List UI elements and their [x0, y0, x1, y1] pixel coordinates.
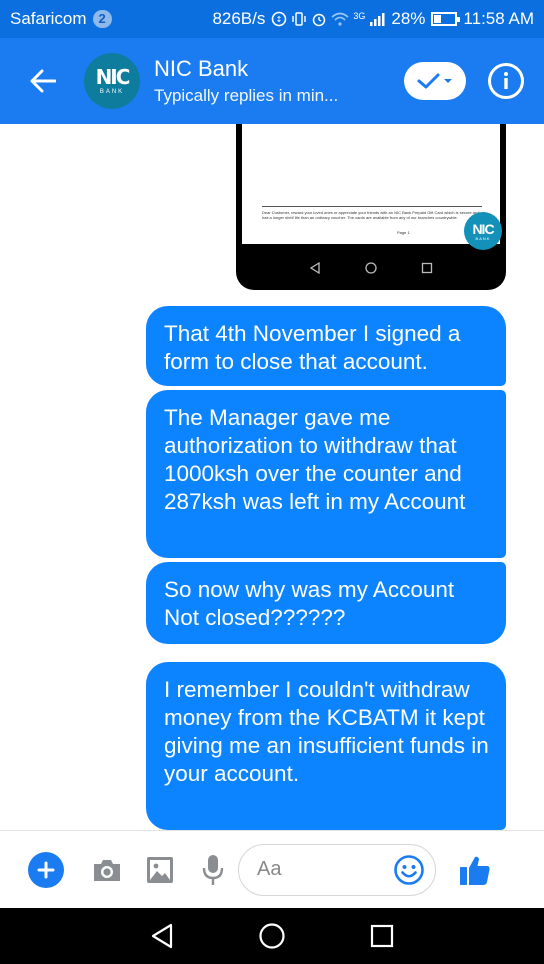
sent-message[interactable]: That 4th November I signed a form to clo… — [146, 306, 506, 386]
alarm-icon — [313, 13, 326, 27]
clock: 11:58 AM — [463, 9, 534, 28]
info-icon — [504, 72, 508, 89]
svg-text:↕: ↕ — [276, 15, 283, 24]
notification-count-badge: 2 — [92, 10, 112, 28]
mini-logo-text: NIC — [472, 220, 494, 237]
avatar-logo: NIC — [95, 65, 131, 89]
mini-logo-sub: BANK — [475, 235, 491, 241]
document-page-label: Page 1 — [397, 230, 410, 235]
vibrate-icon — [292, 12, 307, 26]
data-saver-icon: ↕ — [272, 11, 287, 27]
network-speed: 826B/s — [212, 9, 266, 28]
contact-info[interactable]: NIC Bank Typically replies in min... — [154, 56, 404, 106]
like-button[interactable] — [458, 853, 492, 887]
wifi-icon — [331, 12, 349, 26]
triangle-back-icon — [309, 262, 320, 274]
signal-icon — [370, 13, 385, 26]
contact-avatar[interactable]: NIC BANK — [84, 53, 140, 109]
system-nav-bar — [0, 908, 544, 964]
plus-icon — [37, 861, 55, 878]
gallery-button[interactable] — [146, 856, 174, 884]
microphone-icon — [202, 854, 224, 885]
sent-message[interactable]: The Manager gave me authorization to wit… — [146, 390, 506, 558]
document-text: Dear Customer, reward your loved ones or… — [262, 210, 480, 220]
status-icons: ↕ 3G — [271, 11, 385, 27]
camera-button[interactable] — [92, 857, 122, 883]
composer-bar — [0, 830, 544, 908]
carrier-group: Safaricom 2 — [10, 9, 112, 29]
nav-recents-button[interactable] — [370, 924, 394, 948]
square-recents-icon — [370, 924, 394, 948]
status-bar: Safaricom 2 826B/s ↕ 3G 28% 11:58 AM — [0, 0, 544, 38]
network-type: 3G — [353, 11, 366, 21]
camera-icon — [94, 859, 120, 881]
contact-name: NIC Bank — [154, 56, 249, 81]
smiley-icon — [394, 854, 424, 885]
message-input[interactable] — [238, 843, 436, 896]
sent-message[interactable]: I remember I couldn't withdraw money fro… — [146, 662, 506, 830]
nic-logo-icon: NIC BANK — [464, 212, 502, 250]
circle-home-icon — [259, 923, 285, 949]
message-list[interactable]: Dear Customer, reward your loved ones or… — [0, 124, 544, 830]
check-dropdown-icon — [417, 73, 452, 89]
info-button[interactable] — [488, 63, 524, 99]
message-text-field[interactable] — [257, 858, 377, 881]
more-actions-button[interactable] — [28, 851, 64, 888]
battery-percent: 28% — [391, 9, 426, 28]
emoji-button[interactable] — [393, 854, 425, 886]
avatar-logo-sub: BANK — [99, 89, 125, 95]
status-right-group: 826B/s ↕ 3G 28% 11:58 AM — [212, 9, 534, 29]
image-nav-row — [236, 246, 506, 290]
image-icon — [147, 856, 173, 883]
messenger-screen: Safaricom 2 826B/s ↕ 3G 28% 11:58 AM NIC… — [0, 0, 544, 964]
back-button[interactable] — [30, 38, 56, 124]
square-recents-icon — [421, 262, 433, 274]
microphone-button[interactable] — [202, 854, 224, 886]
circle-home-icon — [365, 262, 377, 274]
document-preview: Dear Customer, reward your loved ones or… — [242, 124, 500, 244]
contact-status: Typically replies in min... — [154, 86, 339, 105]
thumbs-up-icon — [460, 856, 490, 885]
arrow-left-icon — [30, 69, 56, 93]
carrier-name: Safaricom — [10, 9, 87, 28]
check-dropdown-button[interactable] — [404, 62, 466, 100]
sent-message[interactable]: So now why was my Account Not closed????… — [146, 562, 506, 644]
battery-icon — [431, 12, 461, 26]
nav-home-button[interactable] — [258, 922, 286, 950]
triangle-back-icon — [151, 923, 173, 949]
chat-header: NIC BANK NIC Bank Typically replies in m… — [0, 38, 544, 124]
shared-image-message[interactable]: Dear Customer, reward your loved ones or… — [236, 124, 506, 290]
nav-back-button[interactable] — [150, 923, 174, 949]
